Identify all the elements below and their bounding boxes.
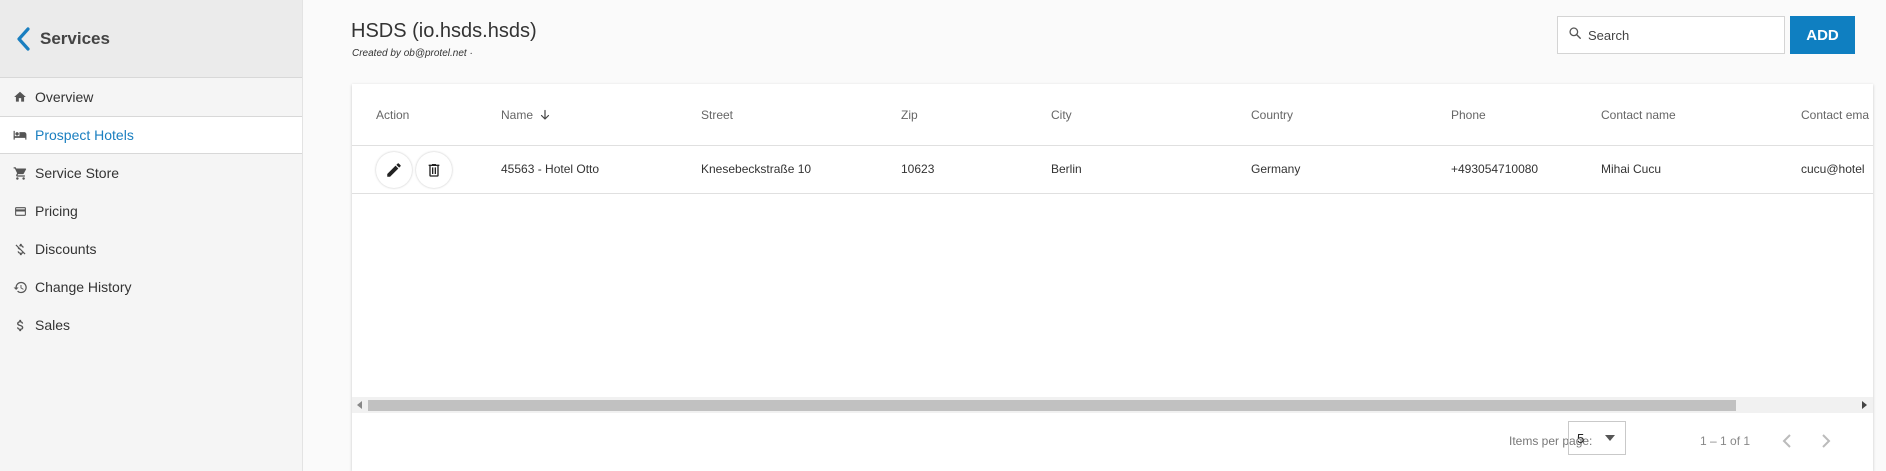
cell-phone: +493054710080 — [1451, 162, 1539, 176]
main-content: HSDS (io.hsds.hsds) Created by ob@protel… — [303, 0, 1886, 471]
cell-city: Berlin — [1051, 162, 1082, 176]
credit-card-icon — [10, 201, 30, 221]
cell-contact-email: cucu@hotel — [1801, 162, 1865, 176]
paginator: Items per page: 5 1 – 1 of 1 — [352, 413, 1873, 471]
column-header-country[interactable]: Country — [1251, 108, 1293, 122]
no-money-icon — [10, 239, 30, 259]
sidebar-item-sales[interactable]: Sales — [0, 306, 302, 344]
table-card: Action Name Street Zip City Country Phon… — [352, 84, 1873, 471]
column-header-name[interactable]: Name — [501, 108, 551, 122]
app-root: Services Overview Prospect Hotels Servic… — [0, 0, 1886, 471]
column-header-city[interactable]: City — [1051, 108, 1072, 122]
delete-button[interactable] — [416, 152, 452, 188]
scrollbar-thumb[interactable] — [368, 400, 1736, 411]
sidebar-item-label: Overview — [35, 89, 94, 105]
column-header-contact-email[interactable]: Contact ema — [1801, 108, 1869, 122]
sidebar-nav: Overview Prospect Hotels Service Store P… — [0, 78, 302, 344]
scroll-right-arrow-icon[interactable] — [1859, 400, 1869, 410]
hotel-bed-icon — [10, 125, 30, 145]
column-header-phone[interactable]: Phone — [1451, 108, 1486, 122]
items-per-page-select[interactable]: 5 — [1568, 421, 1626, 455]
cell-street: Knesebeckstraße 10 — [701, 162, 812, 176]
edit-button[interactable] — [376, 152, 412, 188]
sidebar-item-pricing[interactable]: Pricing — [0, 192, 302, 230]
cell-name: 45563 - Hotel Otto — [501, 162, 600, 176]
search-input[interactable] — [1588, 27, 1768, 43]
chevron-right-icon — [1820, 433, 1832, 449]
scroll-left-arrow-icon[interactable] — [355, 400, 365, 410]
chevron-left-icon — [1781, 433, 1793, 449]
sidebar-item-change-history[interactable]: Change History — [0, 268, 302, 306]
sidebar-item-label: Change History — [35, 279, 132, 295]
cart-icon — [10, 163, 30, 183]
sidebar-item-prospect-hotels[interactable]: Prospect Hotels — [0, 116, 302, 154]
sidebar: Services Overview Prospect Hotels Servic… — [0, 0, 303, 471]
sidebar-item-label: Pricing — [35, 203, 78, 219]
page-subtitle: Created by ob@protel.net · — [352, 48, 473, 59]
sidebar-item-label: Discounts — [35, 241, 97, 257]
column-header-street[interactable]: Street — [701, 108, 733, 122]
sidebar-item-label: Sales — [35, 317, 71, 333]
sort-arrow-down-icon — [539, 109, 551, 121]
next-page-button[interactable] — [1815, 429, 1837, 453]
home-icon — [10, 87, 30, 107]
cell-zip: 10623 — [901, 162, 935, 176]
page-range-label: 1 – 1 of 1 — [1700, 434, 1751, 448]
add-button[interactable]: ADD — [1790, 16, 1855, 54]
column-header-name-label: Name — [501, 108, 534, 122]
dollar-icon — [10, 315, 30, 335]
trash-icon — [426, 161, 442, 179]
sidebar-item-label: Prospect Hotels — [35, 127, 134, 143]
sidebar-item-label: Service Store — [35, 165, 120, 181]
table-header: Action Name Street Zip City Country Phon… — [352, 84, 1873, 146]
history-icon — [10, 277, 30, 297]
back-chevron-icon[interactable] — [12, 26, 34, 52]
search-box[interactable] — [1557, 16, 1785, 54]
cell-contact-name: Mihai Cucu — [1601, 162, 1662, 176]
sidebar-item-discounts[interactable]: Discounts — [0, 230, 302, 268]
previous-page-button[interactable] — [1776, 429, 1798, 453]
sidebar-item-overview[interactable]: Overview — [0, 78, 302, 116]
search-icon — [1568, 26, 1582, 45]
table-row: 45563 - Hotel Otto Knesebeckstraße 10 10… — [352, 146, 1873, 194]
sidebar-header: Services — [0, 0, 302, 78]
sidebar-item-service-store[interactable]: Service Store — [0, 154, 302, 192]
sidebar-title: Services — [40, 28, 110, 48]
column-header-contact-name[interactable]: Contact name — [1601, 108, 1676, 122]
items-per-page-value: 5 — [1577, 430, 1585, 446]
horizontal-scrollbar[interactable] — [352, 397, 1873, 413]
page-title: HSDS (io.hsds.hsds) — [351, 20, 537, 42]
cell-country: Germany — [1251, 162, 1301, 176]
pencil-icon — [385, 161, 403, 179]
column-header-zip[interactable]: Zip — [901, 108, 918, 122]
column-header-action: Action — [376, 108, 410, 122]
dropdown-caret-icon — [1605, 435, 1615, 441]
